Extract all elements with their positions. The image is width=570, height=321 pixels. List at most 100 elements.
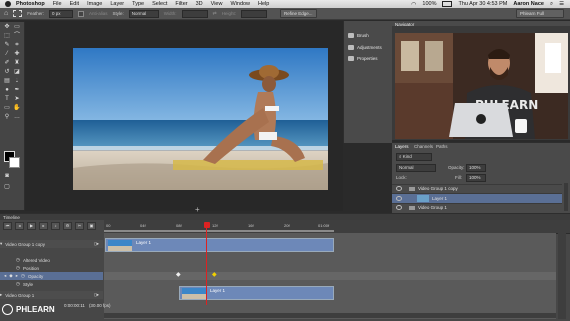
crop-tool-icon[interactable]: ⌗ [13, 42, 21, 49]
properties-panel-button[interactable]: Properties [348, 56, 378, 61]
hand-tool-icon[interactable]: ✋ [13, 105, 21, 112]
clip-layer-1-copy[interactable]: Layer 1 [105, 238, 334, 252]
document-image[interactable] [73, 48, 328, 190]
height-input[interactable] [241, 9, 268, 18]
opacity-keyframe-lane[interactable]: ◆ ◆ [104, 272, 556, 280]
eye-icon[interactable] [396, 196, 402, 201]
expand-arrow-icon[interactable]: ▾ [0, 241, 2, 247]
refine-edge-button[interactable]: Refine Edge... [280, 9, 317, 18]
menu-help[interactable]: Help [258, 1, 269, 7]
tab-layers[interactable]: Layers [395, 144, 409, 149]
menu-3d[interactable]: 3D [196, 1, 203, 7]
user-name[interactable]: Aaron Nace [513, 1, 544, 7]
eye-icon[interactable] [396, 186, 402, 191]
track-video-group-copy[interactable]: ▾ Video Group 1 copy ▯▸ [0, 240, 103, 248]
play-icon[interactable]: ▶ [27, 222, 36, 230]
previous-frame-icon[interactable]: ◂ [15, 222, 24, 230]
apple-icon[interactable] [5, 1, 11, 7]
wifi-icon[interactable]: ◠ [411, 1, 416, 8]
menu-layer[interactable]: Layer [110, 1, 124, 7]
dodge-tool-icon[interactable]: ● [3, 87, 11, 94]
time-ruler[interactable]: 00 04f 08f 12f 16f 20f 01:00f [104, 220, 570, 234]
menu-file[interactable]: File [53, 1, 62, 7]
search-icon[interactable]: ⌕ [550, 1, 553, 8]
menu-image[interactable]: Image [87, 1, 102, 7]
list-icon[interactable]: ☰ [559, 1, 564, 7]
background-color-swatch[interactable] [9, 157, 20, 168]
menu-type[interactable]: Type [132, 1, 144, 7]
timeline-scrollbar[interactable] [104, 313, 556, 318]
move-tool-icon[interactable]: ✥ [3, 24, 11, 31]
layer-row[interactable]: Video Group 1 copy [392, 184, 562, 192]
adjustments-panel-button[interactable]: Adjustments [348, 45, 382, 50]
tab-paths[interactable]: Paths [436, 144, 448, 149]
track-menu-icon[interactable]: ▯▸ [94, 292, 99, 298]
battery-icon[interactable] [442, 1, 453, 7]
marquee-tool-icon[interactable] [13, 10, 23, 17]
keyframe-selected-icon[interactable]: ◆ [212, 271, 217, 278]
track-menu-icon[interactable]: ▯▸ [94, 241, 99, 247]
quick-mask-icon[interactable]: ◙ [3, 173, 11, 180]
blend-mode-select[interactable]: Normal [396, 164, 436, 172]
playhead[interactable] [204, 222, 210, 228]
clip-layer-1[interactable]: Layer 1 [179, 286, 334, 300]
track-style[interactable]: ◷ Style [0, 280, 103, 288]
type-tool-icon[interactable]: T [3, 96, 11, 103]
quick-select-tool-icon[interactable]: ✎ [3, 42, 11, 49]
style-select[interactable]: Normal [128, 9, 159, 18]
lasso-tool-icon[interactable]: ⌒ [13, 33, 21, 40]
width-input[interactable] [181, 9, 208, 18]
swap-icon[interactable]: ⇄ [213, 11, 217, 17]
menu-app[interactable]: Photoshop [16, 1, 45, 7]
work-area-bar[interactable] [104, 230, 334, 232]
antialias-checkbox[interactable] [78, 10, 84, 17]
brush-panel-button[interactable]: Brush [348, 33, 369, 38]
playhead-line[interactable] [206, 228, 207, 305]
tab-channels[interactable]: Channels [414, 144, 433, 149]
audio-icon[interactable]: ♪ [51, 222, 60, 230]
blur-tool-icon[interactable]: 💧︎ [13, 78, 21, 85]
timeline-vscrollbar[interactable] [558, 233, 566, 319]
gradient-tool-icon[interactable]: ▤ [3, 78, 11, 85]
stopwatch-icon[interactable]: ◷ [16, 257, 20, 263]
opacity-input[interactable]: 100% [466, 164, 486, 172]
keyframe-icon[interactable]: ◆ [176, 271, 181, 278]
eraser-tool-icon[interactable]: ◪ [13, 69, 21, 76]
spot-heal-tool-icon[interactable]: ✚ [13, 51, 21, 58]
stopwatch-icon[interactable]: ◷ [16, 265, 20, 271]
prev-keyframe-icon[interactable]: ◂ [4, 273, 6, 279]
artboard-tool-icon[interactable]: ▭ [13, 24, 21, 31]
menu-filter[interactable]: Filter [175, 1, 187, 7]
keyframe-icon[interactable]: ◆ [9, 273, 12, 279]
home-icon[interactable]: ⌂ [4, 10, 8, 17]
shape-tool-icon[interactable]: ▭ [3, 105, 11, 112]
fill-input[interactable]: 100% [466, 174, 486, 182]
next-frame-icon[interactable]: ▸ [39, 222, 48, 230]
stopwatch-icon[interactable]: ◷ [21, 273, 25, 279]
screen-mode-icon[interactable]: ▢ [3, 184, 11, 191]
pen-tool-icon[interactable]: ✒ [13, 87, 21, 94]
next-keyframe-icon[interactable]: ▸ [16, 273, 18, 279]
track-opacity[interactable]: ◂ ◆ ▸ ◷ Opacity [0, 272, 103, 280]
path-select-tool-icon[interactable]: ➤ [13, 96, 21, 103]
stopwatch-icon[interactable]: ◷ [16, 281, 20, 287]
marquee-tool-icon[interactable]: ⬚ [3, 33, 11, 40]
menu-edit[interactable]: Edit [70, 1, 79, 7]
zoom-tool-icon[interactable]: ⚲ [3, 114, 11, 121]
tracks-area[interactable]: Layer 1 ◆ ◆ Layer 1 [104, 233, 556, 319]
layers-scrollbar[interactable] [564, 183, 568, 211]
brush-tool-icon[interactable]: ✐ [3, 60, 11, 67]
layer-row-selected[interactable]: Layer 1 [392, 193, 562, 203]
clock[interactable]: Thu Apr 30 4:53 PM [458, 1, 507, 7]
track-altered-video[interactable]: ◷ Altered Video [0, 256, 103, 264]
eyedropper-tool-icon[interactable]: ⁄ [3, 51, 11, 58]
workspace-select[interactable]: Phlearn Full [516, 9, 564, 18]
menu-view[interactable]: View [211, 1, 223, 7]
navigator-preview[interactable]: PHLEARN [395, 33, 568, 139]
kind-filter[interactable]: ⌕ Kind [396, 153, 432, 161]
go-to-first-frame-icon[interactable]: ⏮ [3, 222, 12, 230]
track-video-group[interactable]: ▸ Video Group 1 ▯▸ [0, 291, 103, 299]
track-position[interactable]: ◷ Position [0, 264, 103, 272]
transition-icon[interactable]: ▣ [87, 222, 96, 230]
split-icon[interactable]: ✂ [75, 222, 84, 230]
